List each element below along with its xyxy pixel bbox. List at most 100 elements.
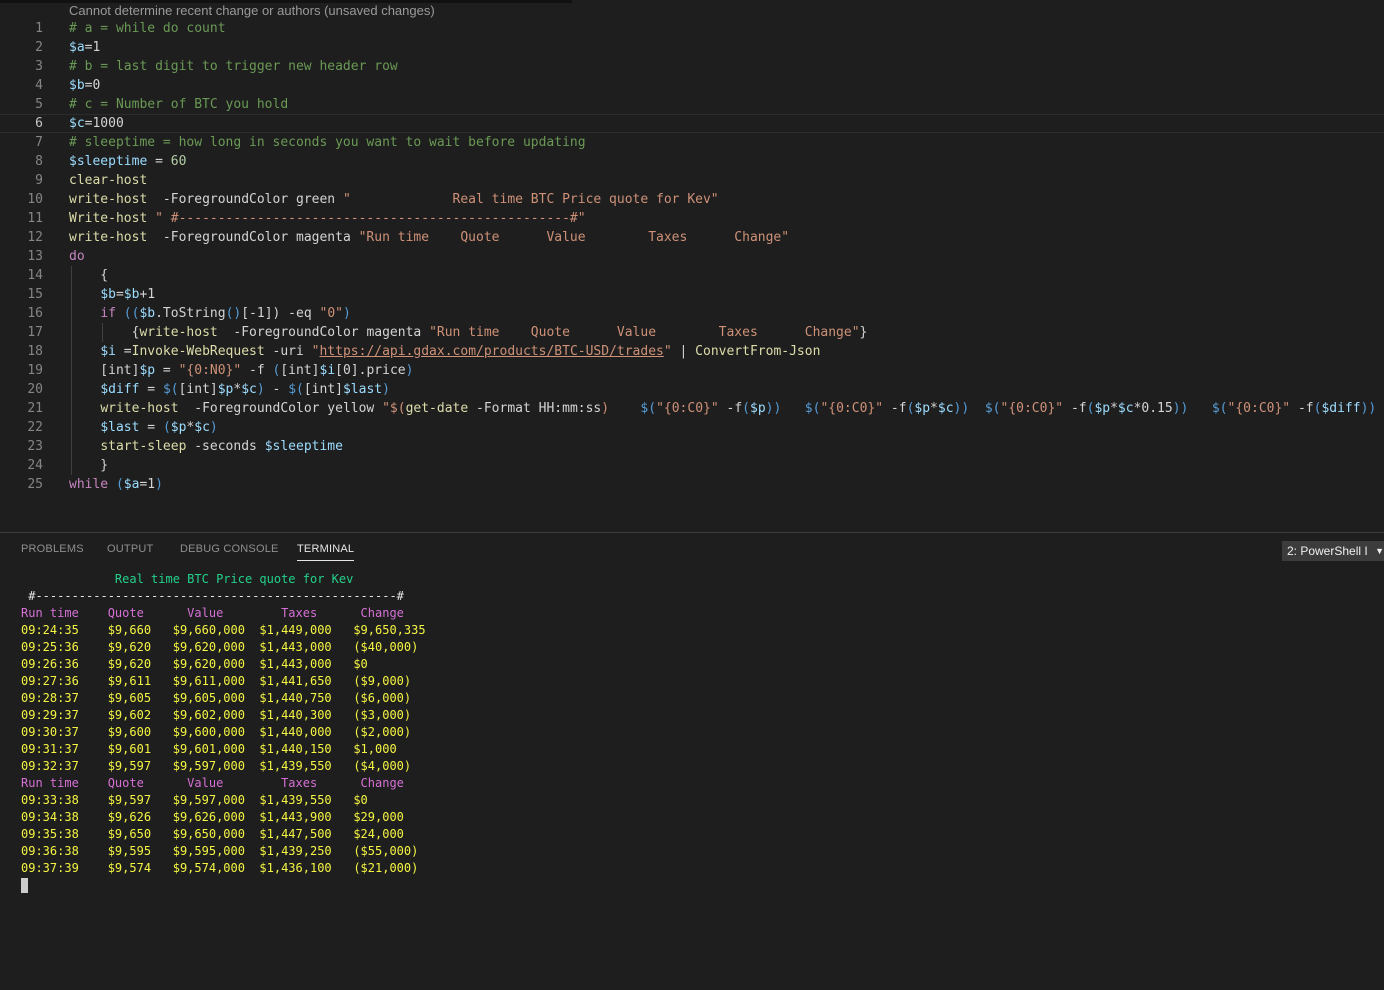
code-token: $b (123, 287, 140, 302)
code-line[interactable]: 11 Write-host " #------------------------… (0, 209, 1384, 228)
line-number: 21 (27, 401, 43, 416)
code-token: $b (100, 287, 116, 302)
code-text: {write-host -ForegroundColor magenta "Ru… (69, 323, 868, 342)
code-token: ) (342, 306, 351, 321)
code-token: ( (162, 420, 171, 435)
code-token: " Real time BTC Price quote for Kev" (342, 192, 719, 207)
code-token: =0 (84, 78, 101, 93)
code-token: ) (601, 401, 641, 416)
code-line[interactable]: 4 $b=0 (0, 76, 1384, 95)
code-line[interactable]: 15 $b=$b+1 (0, 285, 1384, 304)
code-line[interactable]: 16 if (($b.ToString()[-1]) -eq "0") (0, 304, 1384, 323)
code-token: -f (718, 401, 743, 416)
code-line[interactable]: 19 [int]$p = "{0:N0}" -f ([int]$i[0].pri… (0, 361, 1384, 380)
code-token: -Format HH:mm:ss (468, 401, 602, 416)
code-line[interactable]: 2 $a=1 (0, 38, 1384, 57)
code-text: start-sleep -seconds $sleeptime (69, 437, 343, 456)
terminal-line: 09:35:38 $9,650 $9,650,000 $1,447,500 $2… (21, 827, 404, 841)
code-token: $sleeptime (264, 439, 343, 454)
code-token: )) (953, 401, 970, 416)
tab-terminal[interactable]: TERMINAL (297, 543, 355, 561)
code-line[interactable]: 25 while ($a=1) (0, 475, 1384, 494)
code-token: =1 (139, 477, 156, 492)
code-token: "{0:C0}" (820, 401, 884, 416)
code-token: -f (1290, 401, 1314, 416)
code-line[interactable]: 14 { (0, 266, 1384, 285)
code-token: } (859, 325, 868, 340)
code-line[interactable]: 10 write-host -ForegroundColor green " Re… (0, 190, 1384, 209)
code-token: $p (170, 420, 187, 435)
code-token: [int] (69, 363, 140, 378)
code-text: $b=0 (69, 76, 100, 95)
bottom-panel: PROBLEMS OUTPUT DEBUG CONSOLE TERMINAL 2… (0, 533, 1384, 990)
code-text: # c = Number of BTC you hold (69, 95, 288, 114)
code-text: write-host -ForegroundColor yellow "$(ge… (69, 399, 1384, 418)
code-token: -f (1063, 401, 1087, 416)
tab-output[interactable]: OUTPUT (107, 543, 153, 555)
line-number: 8 (35, 154, 43, 169)
code-text: Write-host " #--------------------------… (69, 209, 586, 228)
code-line[interactable]: 7 # sleeptime = how long in seconds you w… (0, 133, 1384, 152)
code-lines[interactable]: 1 # a = while do count 2 $a=1 3 # b = last di… (0, 19, 1384, 494)
code-line[interactable]: 1 # a = while do count (0, 19, 1384, 38)
line-number: 6 (35, 116, 43, 131)
terminal-line: 09:29:37 $9,602 $9,602,000 $1,440,300 ($… (21, 708, 412, 722)
terminal-line: 09:36:38 $9,595 $9,595,000 $1,439,250 ($… (21, 844, 419, 858)
code-token: start-sleep (100, 439, 187, 454)
tab-debug-console[interactable]: DEBUG CONSOLE (180, 543, 279, 555)
tab-problems[interactable]: PROBLEMS (21, 543, 84, 555)
terminal-select-dropdown[interactable]: 2: PowerShell I ▼ (1282, 541, 1384, 561)
code-token: [0].price (335, 363, 406, 378)
code-token: $c (937, 401, 954, 416)
code-token: # b = last digit to trigger new header r… (69, 59, 398, 74)
code-line[interactable]: 20 $diff = $([int]$p*$c) - $([int]$last) (0, 380, 1384, 399)
terminal-prompt-line[interactable] (21, 877, 426, 894)
code-line[interactable]: 3 # b = last digit to trigger new header … (0, 57, 1384, 76)
code-token: $diff (100, 382, 140, 397)
code-token: +1 (139, 287, 156, 302)
code-line[interactable]: 6 $c=1000 (0, 114, 1384, 133)
code-token: ConvertFrom-Json (695, 344, 821, 359)
code-token: " #-------------------------------------… (155, 211, 586, 226)
code-line[interactable]: 23 start-sleep -seconds $sleeptime (0, 437, 1384, 456)
code-token: () (225, 306, 242, 321)
code-line[interactable]: 13 do (0, 247, 1384, 266)
terminal-line: Real time BTC Price quote for Kev (21, 572, 354, 586)
code-token: { (69, 268, 109, 283)
code-editor[interactable]: Cannot determine recent change or author… (0, 0, 1384, 532)
terminal-line: 09:28:37 $9,605 $9,605,000 $1,440,750 ($… (21, 691, 412, 705)
code-line[interactable]: 5 # c = Number of BTC you hold (0, 95, 1384, 114)
code-token: Invoke-WebRequest (131, 344, 265, 359)
code-token: $( (804, 401, 821, 416)
code-line[interactable]: 18 $i =Invoke-WebRequest -uri "https://a… (0, 342, 1384, 361)
code-token: $b (139, 306, 156, 321)
terminal-output[interactable]: Real time BTC Price quote for Kev #-----… (21, 571, 426, 894)
code-text: $b=$b+1 (69, 285, 155, 304)
code-token: "Run time Quote Value Taxes Change" (429, 325, 860, 340)
code-token: $p (750, 401, 766, 416)
code-token: clear-host (69, 173, 148, 188)
code-token: ) (405, 363, 414, 378)
code-token: -seconds (186, 439, 265, 454)
code-line[interactable]: 17 {write-host -ForegroundColor magenta … (0, 323, 1384, 342)
terminal-line: 09:30:37 $9,600 $9,600,000 $1,440,000 ($… (21, 725, 412, 739)
code-line[interactable]: 9 clear-host (0, 171, 1384, 190)
code-line[interactable]: 12 write-host -ForegroundColor magenta "R… (0, 228, 1384, 247)
code-line[interactable]: 21 write-host -ForegroundColor yellow "$… (0, 399, 1384, 418)
line-number: 16 (27, 306, 43, 321)
line-number: 23 (27, 439, 43, 454)
code-link[interactable]: https://api.gdax.com/products/BTC-USD/tr… (319, 344, 663, 359)
code-line[interactable]: 22 $last = ($p*$c) (0, 418, 1384, 437)
terminal-line: 09:27:36 $9,611 $9,611,000 $1,441,650 ($… (21, 674, 412, 688)
line-number: 12 (27, 230, 43, 245)
code-line[interactable]: 24 } (0, 456, 1384, 475)
code-line[interactable]: 8 $sleeptime = 60 (0, 152, 1384, 171)
line-number: 14 (27, 268, 43, 283)
code-token: [int] (178, 382, 218, 397)
code-token: "{0:C0}" (1227, 401, 1291, 416)
code-token: $sleeptime (69, 154, 148, 169)
